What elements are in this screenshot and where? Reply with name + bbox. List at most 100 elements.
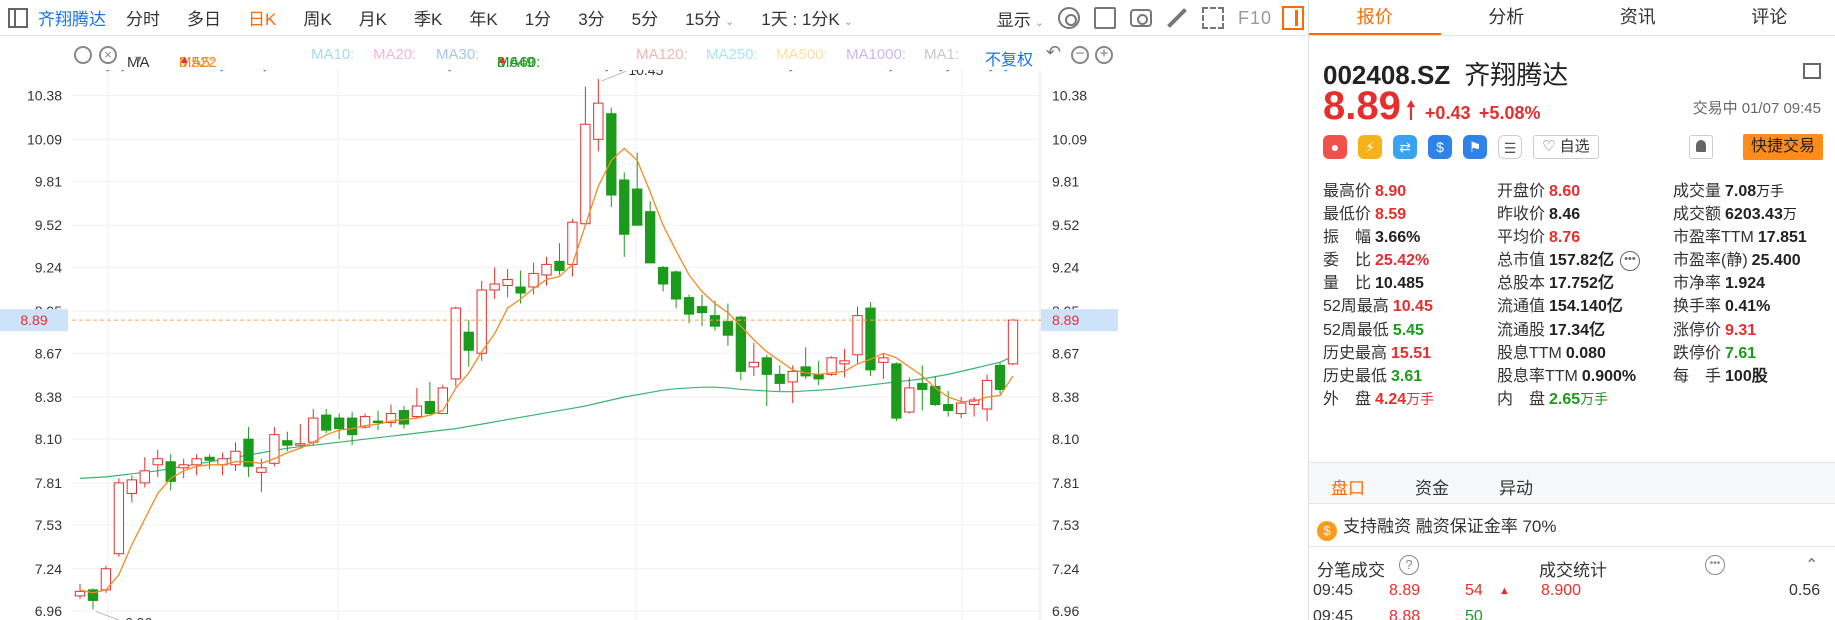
period-1min[interactable]: 1分 — [525, 5, 551, 30]
candle-body[interactable] — [632, 188, 643, 226]
candle-body[interactable] — [839, 360, 850, 365]
candle-body[interactable] — [787, 370, 798, 383]
side-panel-icon[interactable] — [1282, 6, 1304, 30]
more-dots-icon[interactable]: ••• — [1705, 555, 1725, 575]
candle-body[interactable] — [930, 385, 941, 406]
ma-settings-gear-icon[interactable] — [74, 46, 92, 64]
event-marker-icon[interactable] — [261, 70, 269, 72]
candle-body[interactable] — [515, 286, 526, 294]
chevron-up-icon[interactable]: ⌃ — [1805, 555, 1818, 575]
candle-body[interactable] — [696, 306, 708, 314]
tab-quote[interactable]: 报价 — [1309, 0, 1441, 35]
zoom-out-icon[interactable]: − — [1071, 46, 1089, 64]
candle-body[interactable] — [295, 443, 306, 446]
candle-body[interactable] — [372, 420, 384, 424]
candle-body[interactable] — [528, 272, 539, 288]
candle-body[interactable] — [878, 357, 889, 363]
period-3min[interactable]: 3分 — [578, 5, 604, 30]
candle-body[interactable] — [606, 113, 617, 196]
event-marker-icon[interactable] — [787, 70, 795, 72]
hot-icon[interactable]: ● — [1323, 135, 1347, 159]
tab-news[interactable]: 资讯 — [1572, 0, 1704, 35]
candle-body[interactable] — [450, 307, 461, 380]
period-monthly-k[interactable]: 月K — [359, 5, 387, 30]
candle-body[interactable] — [554, 260, 565, 271]
tab-order-book[interactable]: 盘口 — [1331, 474, 1365, 499]
event-marker-icon[interactable] — [218, 70, 226, 72]
candle-body[interactable] — [943, 404, 954, 412]
candle-body[interactable] — [411, 405, 423, 418]
candle-body[interactable] — [463, 331, 474, 351]
candle-body[interactable] — [567, 221, 578, 265]
event-marker-icon[interactable] — [104, 70, 112, 72]
period-15min-dropdown[interactable]: 15分 ⌄ — [685, 5, 734, 30]
undo-icon[interactable]: ↶ — [1046, 42, 1061, 63]
candle-body[interactable] — [334, 417, 345, 430]
candle-body[interactable] — [74, 590, 86, 597]
kline-chart[interactable]: 10.38 10.38 10.09 10.09 9.81 9.81 9.52 9.52 9.24… — [0, 70, 1118, 620]
period-5min[interactable]: 5分 — [632, 5, 658, 30]
event-marker-icon[interactable] — [1002, 70, 1010, 72]
period-weekly-k[interactable]: 周K — [303, 5, 331, 30]
tab-comments[interactable]: 评论 — [1704, 0, 1835, 35]
candle-body[interactable] — [476, 289, 487, 354]
candle-body[interactable] — [800, 366, 811, 377]
candle-body[interactable] — [683, 297, 695, 315]
candle-body[interactable] — [204, 456, 215, 461]
candle-body[interactable] — [645, 211, 656, 264]
event-marker-icon[interactable] — [603, 70, 611, 72]
draw-pen-icon[interactable] — [1166, 7, 1188, 29]
candle-body[interactable] — [774, 373, 785, 384]
candle-body[interactable] — [87, 589, 99, 601]
candle-body[interactable] — [580, 123, 591, 225]
event-marker-icon[interactable] — [944, 70, 952, 72]
candle-body[interactable] — [139, 470, 150, 484]
period-daily-k[interactable]: 日K — [248, 5, 276, 30]
candle-body[interactable] — [852, 315, 863, 356]
candle-body[interactable] — [502, 278, 513, 286]
alert-bell-icon[interactable] — [1689, 135, 1713, 159]
period-quarterly-k[interactable]: 季K — [414, 5, 442, 30]
add-watchlist-button[interactable]: ♡ 自选 — [1533, 135, 1599, 159]
dollar-icon[interactable]: $ — [1428, 135, 1452, 159]
candle-body[interactable] — [917, 382, 928, 390]
period-yearly-k[interactable]: 年K — [469, 5, 497, 30]
period-multiday[interactable]: 多日 — [187, 5, 221, 30]
event-marker-icon[interactable] — [617, 70, 625, 72]
candle-body[interactable] — [994, 364, 1006, 390]
tab-fund-flow[interactable]: 资金 — [1415, 474, 1449, 499]
candle-body[interactable] — [541, 263, 552, 276]
adjust-mode-button[interactable]: 不复权 — [985, 46, 1033, 70]
candle-body[interactable] — [489, 283, 500, 291]
stock-name-link[interactable]: 齐翔腾达 — [38, 5, 106, 30]
panel-menu-icon[interactable] — [1803, 63, 1821, 79]
settings-gear-icon[interactable] — [1057, 7, 1080, 29]
candle-body[interactable] — [191, 458, 202, 466]
compare-dropdown[interactable]: 1天 : 1分K ⌄ — [761, 5, 853, 30]
candle-body[interactable] — [619, 179, 630, 235]
candle-body[interactable] — [308, 417, 319, 443]
ma-close-icon[interactable]: × — [99, 46, 117, 64]
more-dots-icon[interactable]: ••• — [1619, 251, 1640, 272]
candle-body[interactable] — [761, 357, 772, 375]
overlay-square-icon[interactable] — [1093, 7, 1116, 29]
candle-body[interactable] — [981, 379, 993, 410]
candle-body[interactable] — [321, 414, 332, 431]
candle-body[interactable] — [346, 417, 358, 436]
help-question-icon[interactable]: ? — [1399, 555, 1419, 575]
candle-body[interactable] — [813, 373, 824, 380]
candle-body[interactable] — [956, 402, 967, 415]
candle-body[interactable] — [670, 271, 682, 300]
screenshot-camera-icon[interactable] — [1129, 9, 1152, 27]
candle-body[interactable] — [722, 321, 734, 336]
event-marker-icon[interactable] — [987, 70, 995, 72]
candle-body[interactable] — [904, 387, 915, 413]
f10-button[interactable]: F10 — [1238, 8, 1272, 29]
candle-body[interactable] — [282, 440, 293, 446]
candle-body[interactable] — [113, 482, 125, 555]
candle-body[interactable] — [709, 315, 721, 327]
display-dropdown[interactable]: 显示 ⌄ — [997, 6, 1044, 31]
tab-alerts[interactable]: 异动 — [1499, 474, 1533, 499]
tag-icon[interactable]: ⚑ — [1463, 135, 1487, 159]
panel-toggle-icon[interactable] — [8, 7, 28, 28]
